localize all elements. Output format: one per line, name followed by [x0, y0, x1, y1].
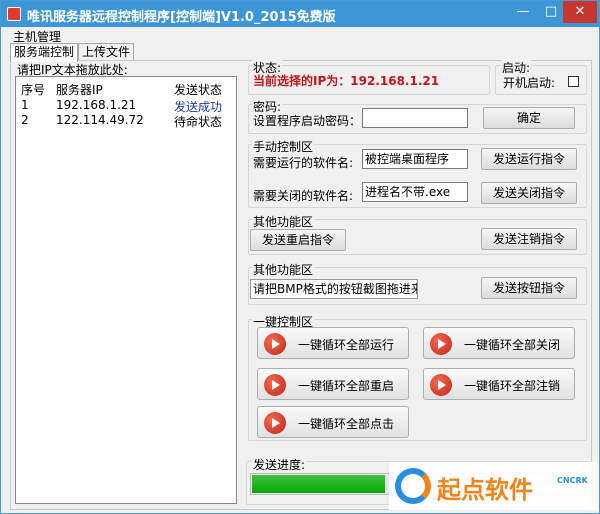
progress-fill — [252, 475, 385, 493]
bmp-drop-area[interactable]: 请把BMP格式的按钮截图拖进来 — [250, 279, 418, 299]
progress-label: 发送进度: — [252, 456, 307, 473]
row-2-no[interactable]: 2 — [21, 113, 29, 127]
password-input[interactable] — [362, 108, 468, 128]
menu-bar: 主机管理 — [1, 27, 599, 44]
password-field-label: 设置程序启动密码： — [253, 114, 362, 128]
close-software-input[interactable]: 进程名不带.exe — [362, 182, 468, 202]
logout-all-button[interactable]: 一键循环全部注销 — [423, 368, 575, 400]
app-window: 唯讯服务器远程控制程序[控制端]V1.0_2015免费版 — □ ✕ 主机管理 … — [0, 0, 600, 514]
watermark: 起点软件 CNCRK — [389, 462, 599, 510]
watermark-subtext: CNCRK — [557, 476, 588, 485]
column-header-no[interactable]: 序号 — [21, 81, 45, 98]
boot-startup-label: 开机启动: — [503, 76, 556, 90]
run-all-button[interactable]: 一键循环全部运行 — [257, 327, 409, 359]
column-header-ip[interactable]: 服务器IP — [56, 81, 103, 98]
restart-all-button[interactable]: 一键循环全部重启 — [257, 368, 409, 400]
click-all-label: 一键循环全部点击 — [298, 417, 395, 431]
tab-server-control[interactable]: 服务端控制 — [10, 43, 78, 62]
send-run-button[interactable]: 发送运行指令 — [481, 148, 577, 170]
window-title: 唯讯服务器远程控制程序[控制端]V1.0_2015免费版 — [27, 10, 336, 25]
close-all-label: 一键循环全部关闭 — [464, 338, 561, 352]
title-bar[interactable]: 唯讯服务器远程控制程序[控制端]V1.0_2015免费版 — □ ✕ — [1, 1, 599, 27]
play-icon — [264, 333, 286, 355]
close-software-label: 需要关闭的软件名: — [253, 189, 354, 203]
row-1-no[interactable]: 1 — [21, 98, 29, 112]
send-restart-button[interactable]: 发送重启指令 — [250, 229, 346, 251]
watermark-text: 起点软件 — [437, 476, 533, 504]
click-all-button[interactable]: 一键循环全部点击 — [257, 406, 409, 438]
logout-all-label: 一键循环全部注销 — [464, 379, 561, 393]
tab-upload-file[interactable]: 上传文件 — [78, 43, 134, 61]
play-icon — [430, 333, 452, 355]
maximize-button[interactable]: □ — [537, 1, 565, 23]
manual-group-label: 手动控制区 — [252, 138, 315, 155]
play-icon — [430, 374, 452, 396]
row-1-ip[interactable]: 192.168.1.21 — [56, 98, 136, 112]
play-icon — [264, 374, 286, 396]
current-ip-text: 当前选择的IP为：192.168.1.21 — [253, 74, 440, 88]
boot-startup-checkbox[interactable] — [568, 76, 579, 87]
close-all-button[interactable]: 一键循环全部关闭 — [423, 327, 575, 359]
watermark-logo-icon — [395, 468, 431, 504]
column-header-status[interactable]: 发送状态 — [174, 81, 222, 98]
app-icon — [7, 7, 21, 21]
send-logout-button[interactable]: 发送注销指令 — [481, 228, 577, 250]
close-button[interactable]: ✕ — [563, 1, 597, 23]
play-icon — [264, 412, 286, 434]
minimize-button[interactable]: — — [509, 1, 537, 23]
run-software-input[interactable]: 被控端桌面程序 — [362, 149, 468, 169]
row-2-status[interactable]: 待命状态 — [174, 113, 222, 130]
server-list[interactable]: 序号 服务器IP 发送状态 1 192.168.1.21 发送成功 2 122.… — [15, 76, 237, 504]
restart-all-label: 一键循环全部重启 — [298, 379, 395, 393]
other-group-1-label: 其他功能区 — [252, 213, 315, 230]
row-2-ip[interactable]: 122.114.49.72 — [56, 113, 144, 127]
confirm-button[interactable]: 确定 — [483, 107, 575, 129]
send-button-command-button[interactable]: 发送按钮指令 — [481, 277, 577, 299]
other-group-2-label: 其他功能区 — [252, 261, 315, 278]
run-software-label: 需要运行的软件名: — [253, 156, 354, 170]
run-all-label: 一键循环全部运行 — [298, 338, 395, 352]
send-close-button[interactable]: 发送关闭指令 — [481, 182, 577, 204]
